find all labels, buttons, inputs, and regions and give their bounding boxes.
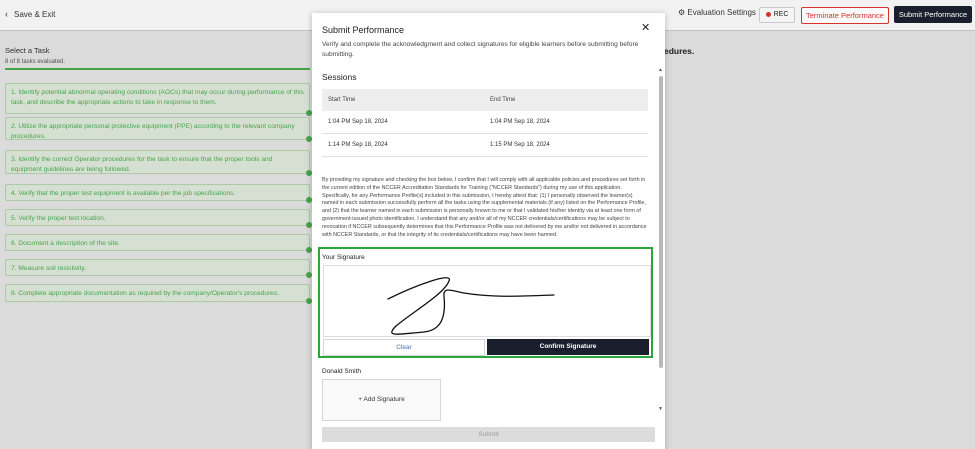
terminate-performance-button[interactable]: Terminate Performance — [801, 7, 889, 24]
column-header-end: End Time — [490, 97, 516, 103]
scroll-thumb[interactable] — [659, 76, 663, 368]
scroll-up-icon[interactable]: ▲ — [658, 67, 663, 73]
clear-signature-button[interactable]: Clear — [323, 339, 485, 356]
modal-scroll-area[interactable]: Sessions Start Time End Time 1:04 PM Sep… — [312, 66, 665, 421]
table-header: Start Time End Time — [322, 89, 648, 111]
record-dot-icon — [765, 11, 771, 17]
table-row: 1:14 PM Sep 18, 2024 1:15 PM Sep 18, 202… — [322, 134, 648, 157]
close-icon[interactable]: ✕ — [641, 21, 650, 34]
start-time-cell: 1:14 PM Sep 18, 2024 — [328, 142, 388, 148]
signature-section: Your Signature Clear Confirm Signature — [318, 247, 653, 358]
end-time-cell: 1:04 PM Sep 18, 2024 — [490, 119, 550, 125]
rec-label: REC — [773, 11, 789, 18]
acknowledgment-text: By providing my signature and checking t… — [322, 177, 647, 238]
evaluation-settings-label: Evaluation Settings — [687, 8, 756, 17]
rec-button[interactable]: REC — [759, 7, 795, 23]
table-row: 1:04 PM Sep 18, 2024 1:04 PM Sep 18, 202… — [322, 111, 648, 134]
learner-name: Donald Smith — [322, 368, 362, 375]
modal-description: Verify and complete the acknowledgment a… — [322, 41, 639, 58]
save-exit-label: Save & Exit — [14, 10, 56, 19]
submit-performance-button[interactable]: Submit Performance — [894, 6, 972, 23]
save-exit-button[interactable]: ‹ Save & Exit — [5, 9, 55, 19]
evaluation-settings-button[interactable]: ⚙ Evaluation Settings — [678, 8, 756, 17]
sessions-title: Sessions — [322, 72, 357, 82]
scroll-down-icon[interactable]: ▼ — [658, 406, 663, 412]
add-signature-button[interactable]: + Add Signature — [322, 379, 441, 421]
sessions-table: Start Time End Time 1:04 PM Sep 18, 2024… — [322, 89, 648, 157]
submit-performance-modal: Submit Performance ✕ Verify and complete… — [312, 13, 665, 449]
signature-drawing — [387, 277, 555, 335]
modal-title: Submit Performance — [322, 25, 405, 35]
modal-scrollbar[interactable]: ▲ ▼ — [658, 66, 664, 421]
column-header-start: Start Time — [328, 97, 356, 103]
chevron-left-icon: ‹ — [5, 9, 8, 19]
signature-label: Your Signature — [322, 254, 365, 261]
settings-icon: ⚙ — [678, 8, 686, 17]
modal-submit-button[interactable]: Submit — [322, 427, 655, 442]
start-time-cell: 1:04 PM Sep 18, 2024 — [328, 119, 388, 125]
confirm-signature-button[interactable]: Confirm Signature — [487, 339, 649, 355]
end-time-cell: 1:15 PM Sep 18, 2024 — [490, 142, 550, 148]
signature-pad[interactable] — [323, 265, 651, 337]
